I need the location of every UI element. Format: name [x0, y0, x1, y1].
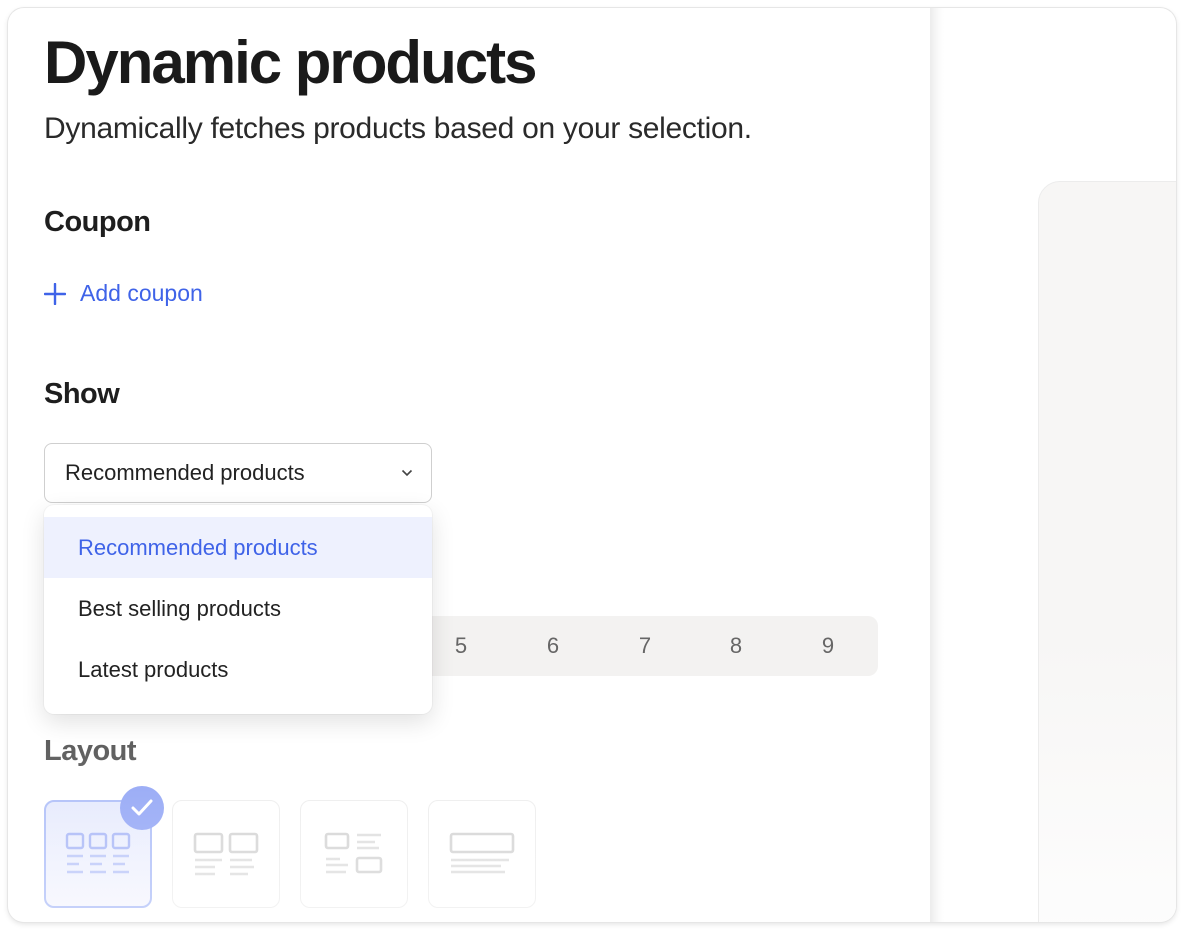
layout-option-banner[interactable]	[428, 800, 536, 908]
grid-3-icon	[65, 832, 131, 874]
count-option[interactable]: 9	[818, 633, 838, 659]
layout-option-grid-2[interactable]	[172, 800, 280, 908]
editor-panel: Dynamic products Dynamically fetches pro…	[8, 8, 1176, 922]
layout-option-grid-3[interactable]	[44, 786, 164, 908]
menu-item-best-selling[interactable]: Best selling products	[44, 578, 432, 639]
panel-divider	[930, 8, 944, 922]
page-title: Dynamic products	[44, 29, 537, 96]
count-option[interactable]: 5	[451, 633, 471, 659]
list-alternating-icon	[324, 832, 383, 874]
chevron-down-icon	[401, 469, 413, 477]
banner-icon	[449, 832, 515, 874]
count-option[interactable]: 8	[726, 633, 746, 659]
show-select[interactable]: Recommended products	[44, 443, 432, 503]
layout-heading: Layout	[44, 735, 137, 767]
selected-check-icon	[120, 786, 164, 830]
add-coupon-label: Add coupon	[80, 280, 203, 306]
show-select-value: Recommended products	[65, 460, 305, 485]
menu-item-recommended[interactable]: Recommended products	[44, 517, 432, 578]
page-subtitle: Dynamically fetches products based on yo…	[44, 112, 752, 145]
coupon-heading: Coupon	[44, 206, 151, 238]
layout-option-list[interactable]	[300, 800, 408, 908]
count-option[interactable]: 6	[543, 633, 563, 659]
grid-2-icon	[193, 832, 259, 876]
count-option[interactable]: 7	[635, 633, 655, 659]
menu-item-latest[interactable]: Latest products	[44, 639, 432, 700]
show-heading: Show	[44, 378, 120, 410]
preview-pane	[1038, 181, 1176, 922]
add-coupon-button[interactable]: Add coupon	[44, 280, 203, 307]
show-dropdown-menu: Recommended products Best selling produc…	[44, 505, 432, 714]
plus-icon	[44, 282, 66, 305]
layout-options	[44, 786, 536, 908]
